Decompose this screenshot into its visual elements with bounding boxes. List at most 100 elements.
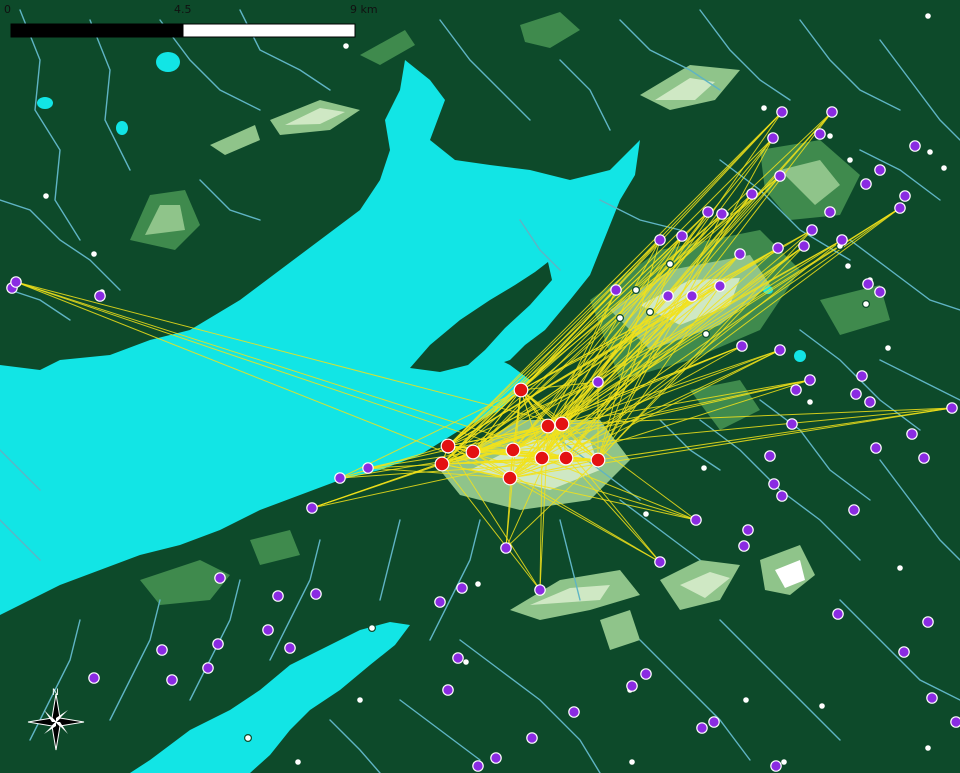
site-marker-other[interactable]	[665, 260, 674, 269]
site-marker-target[interactable]	[946, 402, 958, 414]
site-marker-target[interactable]	[894, 202, 906, 214]
site-marker-target[interactable]	[690, 514, 702, 526]
site-marker-target[interactable]	[214, 572, 226, 584]
site-marker-other[interactable]	[631, 286, 640, 295]
site-marker-source[interactable]	[465, 444, 481, 460]
site-marker-target[interactable]	[272, 590, 284, 602]
site-marker-target[interactable]	[770, 760, 782, 772]
site-marker-target[interactable]	[856, 370, 868, 382]
site-marker-source[interactable]	[440, 438, 456, 454]
site-marker-target[interactable]	[906, 428, 918, 440]
site-marker-target[interactable]	[768, 478, 780, 490]
site-marker-other[interactable]	[627, 757, 636, 766]
site-marker-other[interactable]	[923, 12, 932, 21]
site-marker-target[interactable]	[534, 584, 546, 596]
site-marker-other[interactable]	[462, 657, 471, 666]
site-marker-other[interactable]	[843, 262, 852, 271]
site-marker-source[interactable]	[554, 416, 570, 432]
site-marker-target[interactable]	[860, 178, 872, 190]
site-marker-target[interactable]	[734, 248, 746, 260]
site-marker-source[interactable]	[534, 450, 550, 466]
site-marker-target[interactable]	[676, 230, 688, 242]
map-canvas[interactable]	[0, 0, 960, 773]
site-marker-other[interactable]	[645, 308, 654, 317]
site-marker-target[interactable]	[442, 684, 454, 696]
site-marker-target[interactable]	[864, 396, 876, 408]
site-marker-target[interactable]	[899, 190, 911, 202]
site-marker-target[interactable]	[310, 588, 322, 600]
site-marker-target[interactable]	[922, 616, 934, 628]
site-marker-other[interactable]	[759, 103, 768, 112]
map-view[interactable]: 0 4.5 9 km N	[0, 0, 960, 773]
site-marker-target[interactable]	[874, 286, 886, 298]
site-marker-other[interactable]	[641, 510, 650, 519]
site-marker-other[interactable]	[356, 695, 365, 704]
site-marker-source[interactable]	[513, 382, 529, 398]
site-marker-target[interactable]	[592, 376, 604, 388]
site-marker-target[interactable]	[774, 170, 786, 182]
site-marker-target[interactable]	[568, 706, 580, 718]
site-marker-target[interactable]	[824, 206, 836, 218]
site-marker-target[interactable]	[870, 442, 882, 454]
site-marker-target[interactable]	[88, 672, 100, 684]
site-marker-target[interactable]	[490, 752, 502, 764]
site-marker-target[interactable]	[767, 132, 779, 144]
site-marker-target[interactable]	[284, 642, 296, 654]
site-marker-source[interactable]	[505, 442, 521, 458]
site-marker-target[interactable]	[306, 502, 318, 514]
site-marker-target[interactable]	[814, 128, 826, 140]
site-marker-target[interactable]	[526, 732, 538, 744]
site-marker-other[interactable]	[817, 701, 826, 710]
site-marker-other[interactable]	[779, 757, 788, 766]
site-marker-target[interactable]	[472, 760, 484, 772]
site-marker-other[interactable]	[89, 250, 98, 259]
site-marker-source[interactable]	[558, 450, 574, 466]
site-marker-other[interactable]	[699, 464, 708, 473]
site-marker-other[interactable]	[825, 132, 834, 141]
site-marker-target[interactable]	[850, 388, 862, 400]
site-marker-target[interactable]	[836, 234, 848, 246]
site-marker-other[interactable]	[939, 164, 948, 173]
site-marker-other[interactable]	[883, 344, 892, 353]
site-marker-target[interactable]	[212, 638, 224, 650]
site-marker-target[interactable]	[898, 646, 910, 658]
site-marker-source[interactable]	[434, 456, 450, 472]
site-marker-other[interactable]	[244, 733, 253, 742]
site-marker-target[interactable]	[909, 140, 921, 152]
site-marker-other[interactable]	[474, 579, 483, 588]
site-marker-target[interactable]	[262, 624, 274, 636]
site-marker-target[interactable]	[804, 374, 816, 386]
site-marker-other[interactable]	[805, 398, 814, 407]
site-marker-target[interactable]	[738, 540, 750, 552]
site-marker-target[interactable]	[742, 524, 754, 536]
site-marker-other[interactable]	[895, 563, 904, 572]
site-marker-target[interactable]	[696, 722, 708, 734]
site-marker-target[interactable]	[826, 106, 838, 118]
site-marker-target[interactable]	[166, 674, 178, 686]
site-marker-other[interactable]	[701, 330, 710, 339]
site-marker-other[interactable]	[923, 743, 932, 752]
site-marker-target[interactable]	[862, 278, 874, 290]
site-marker-target[interactable]	[926, 692, 938, 704]
site-marker-target[interactable]	[772, 242, 784, 254]
site-marker-target[interactable]	[202, 662, 214, 674]
site-marker-target[interactable]	[156, 644, 168, 656]
site-marker-other[interactable]	[845, 156, 854, 165]
site-marker-other[interactable]	[41, 192, 50, 201]
site-marker-target[interactable]	[764, 450, 776, 462]
site-marker-target[interactable]	[950, 716, 960, 728]
site-marker-target[interactable]	[848, 504, 860, 516]
site-marker-other[interactable]	[294, 757, 303, 766]
site-marker-target[interactable]	[774, 344, 786, 356]
site-marker-target[interactable]	[832, 608, 844, 620]
site-marker-target[interactable]	[790, 384, 802, 396]
site-marker-other[interactable]	[342, 41, 351, 50]
site-marker-target[interactable]	[10, 276, 22, 288]
site-marker-target[interactable]	[610, 284, 622, 296]
site-marker-other[interactable]	[925, 148, 934, 157]
site-marker-target[interactable]	[452, 652, 464, 664]
site-marker-target[interactable]	[714, 280, 726, 292]
site-marker-other[interactable]	[741, 695, 750, 704]
site-marker-target[interactable]	[434, 596, 446, 608]
site-marker-target[interactable]	[716, 208, 728, 220]
